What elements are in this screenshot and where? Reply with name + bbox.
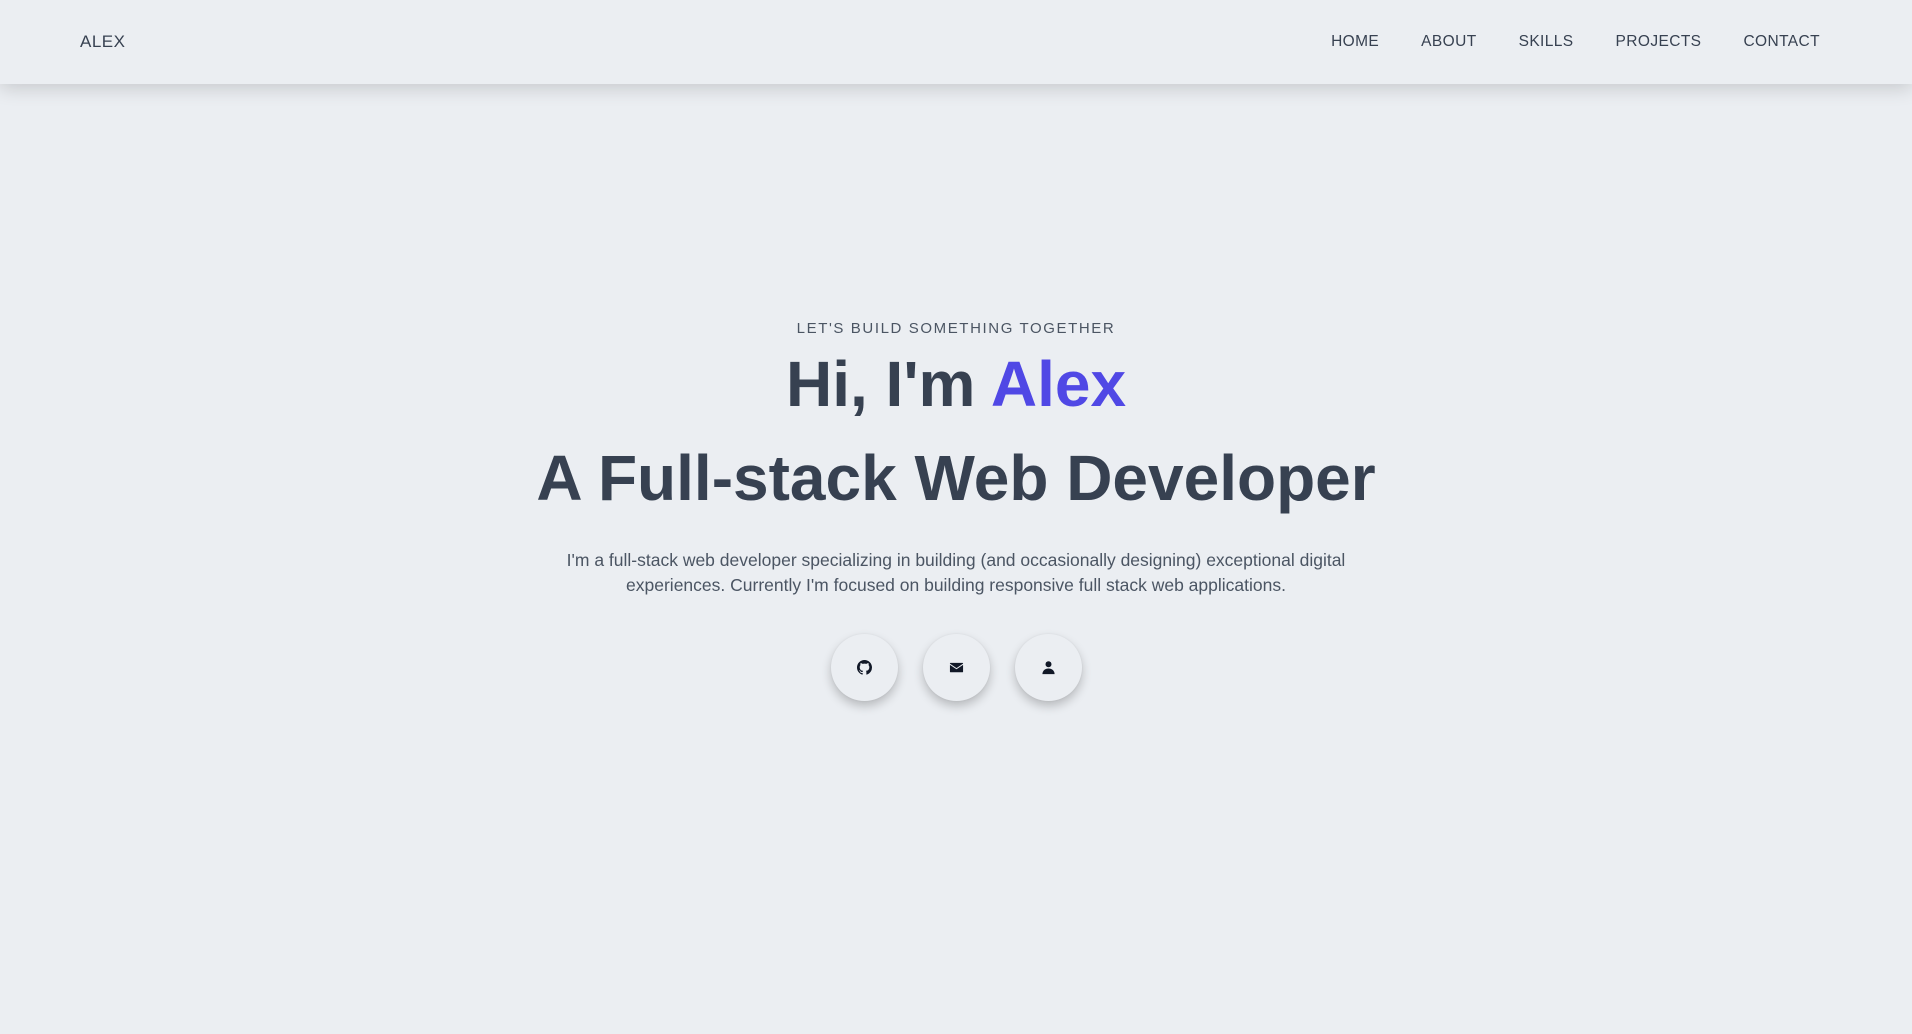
hero-name: Alex	[990, 348, 1127, 420]
hero-headline: Hi, I'm Alex	[786, 349, 1126, 419]
user-icon	[1041, 661, 1055, 674]
hero-description: I'm a full-stack web developer specializ…	[566, 549, 1346, 595]
nav-links: HOME ABOUT SKILLS PROJECTS CONTACT	[1331, 33, 1820, 51]
hero-title: A Full-stack Web Developer	[536, 442, 1376, 515]
nav-link-contact[interactable]: CONTACT	[1743, 33, 1820, 50]
hero-tagline: LET'S BUILD SOMETHING TOGETHER	[796, 320, 1116, 337]
nav-link-about[interactable]: ABOUT	[1421, 33, 1476, 50]
nav-link-skills[interactable]: SKILLS	[1519, 33, 1574, 50]
nav-link-home[interactable]: HOME	[1331, 33, 1379, 50]
email-button[interactable]	[922, 633, 990, 701]
github-button[interactable]	[830, 633, 898, 701]
nav-link-projects[interactable]: PROJECTS	[1616, 33, 1702, 50]
github-icon	[856, 659, 872, 675]
social-links	[830, 633, 1082, 701]
hero-section: LET'S BUILD SOMETHING TOGETHER Hi, I'm A…	[0, 84, 1912, 1034]
profile-button[interactable]	[1014, 633, 1082, 701]
mail-icon	[949, 662, 963, 672]
brand-logo[interactable]: ALEX	[80, 32, 125, 52]
hero-greeting: Hi, I'm	[785, 348, 976, 420]
navbar: ALEX HOME ABOUT SKILLS PROJECTS CONTACT	[0, 0, 1912, 84]
